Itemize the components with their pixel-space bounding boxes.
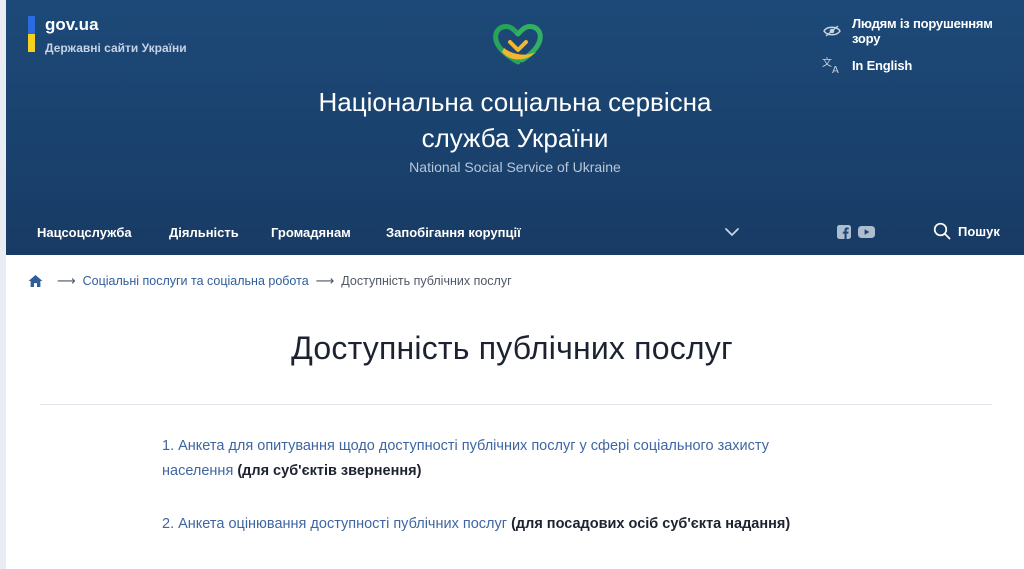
survey-link-officials[interactable]: 2. Анкета оцінювання доступності публічн… [162,516,507,532]
translate-icon: 文A [822,56,842,74]
site-header: gov.ua Державні сайти України Людям із п… [6,0,1024,255]
utility-links: Людям із порушенням зору 文A In English [822,16,1024,90]
survey-link-citizens-text: 1. Анкета для опитування щодо доступност… [162,438,769,454]
breadcrumb-arrow-icon: ⟶ [315,273,335,288]
language-link[interactable]: 文A In English [822,56,1024,74]
language-label: In English [852,57,913,73]
breadcrumb-current: Доступність публічних послуг [341,274,512,288]
survey-link-citizens-text-2: населення [162,463,234,479]
chevron-down-icon[interactable] [724,226,740,238]
breadcrumb-link-social-services[interactable]: Соціальні послуги та соціальна робота [83,274,309,288]
accessibility-label: Людям із порушенням зору [851,16,993,46]
nav-item-citizens[interactable]: Громадянам [271,225,351,240]
list-item: 2. Анкета оцінювання доступності публічн… [162,512,862,537]
home-icon[interactable] [28,274,43,288]
breadcrumb-arrow-icon: ⟶ [57,273,76,288]
facebook-icon[interactable] [837,224,851,240]
gov-ua-title: gov.ua [45,15,99,34]
site-title-line2: служба України [421,123,609,153]
breadcrumb: ⟶ Соціальні послуги та соціальна робота … [28,273,512,289]
survey-note-officials: (для посадових осіб суб'єкта надання) [511,516,791,532]
youtube-icon[interactable] [858,224,875,240]
gov-ua-link[interactable]: gov.ua Державні сайти України [28,16,187,56]
site-subtitle: National Social Service of Ukraine [409,159,621,175]
svg-text:A: A [832,65,839,74]
search-label: Пошук [958,223,1000,239]
search-button[interactable]: Пошук [933,222,1000,240]
accessibility-link[interactable]: Людям із порушенням зору [822,16,1024,46]
list-item: 1. Анкета для опитування щодо доступност… [162,434,862,484]
nav-item-anticorruption[interactable]: Запобігання корупції [386,225,521,240]
search-icon [933,222,951,240]
content-list: 1. Анкета для опитування щодо доступност… [162,434,862,565]
svg-text:文: 文 [822,56,832,69]
nav-item-natssotssluzhba[interactable]: Нацсоцслужба [37,225,132,240]
site-title: Національна соціальна сервісна служба Ук… [6,84,1024,156]
gov-ua-subtitle: Державні сайти України [45,41,187,55]
nav-item-activity[interactable]: Діяльність [169,225,239,240]
divider [40,404,992,405]
site-title-line1: Національна соціальна сервісна [318,87,712,117]
page-title: Доступність публічних послуг [291,330,733,366]
main-nav: Нацсоцслужба Діяльність Громадянам Запоб… [6,210,1024,255]
heart-logo-icon[interactable] [492,22,544,66]
ukraine-flag-icon [28,16,35,52]
eye-icon [822,23,842,39]
survey-note-citizens: (для суб'єктів звернення) [237,463,422,479]
